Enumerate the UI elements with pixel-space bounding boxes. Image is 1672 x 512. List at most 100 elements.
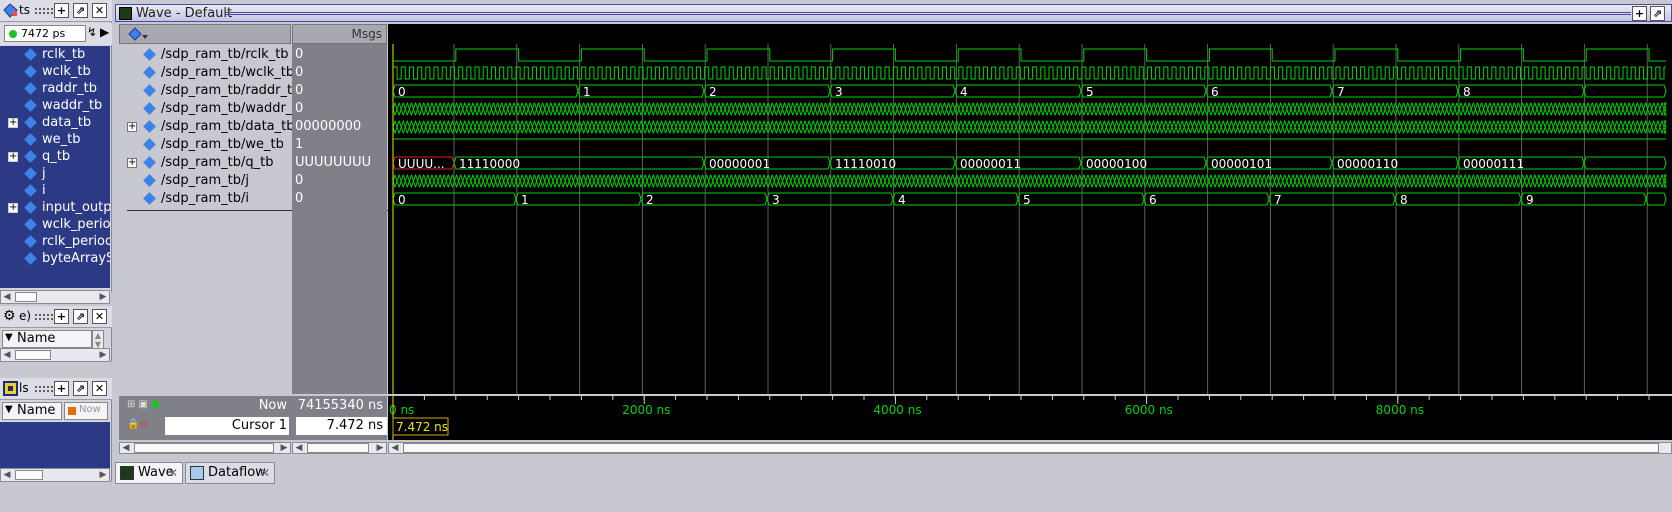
waveform-plot[interactable]: 0 1 2 3 4 5 6 7 8 UUUU... 11110000 00000001 11110010… <box>388 24 1672 394</box>
object-item[interactable]: we_tb <box>0 131 110 149</box>
drag-grip-icon[interactable] <box>34 7 54 15</box>
tab-dataflow[interactable]: Dataflow ✕ <box>185 462 275 484</box>
cursor-icons[interactable]: 🔒⊖ <box>127 419 148 430</box>
add-icon[interactable]: + <box>54 381 69 396</box>
scroll-thumb[interactable] <box>134 443 274 453</box>
time-box[interactable]: 7472 ps <box>4 25 86 42</box>
bus-segment <box>904 174 911 188</box>
expand-icon[interactable]: + <box>8 152 18 162</box>
close-icon[interactable]: ✕ <box>260 463 270 483</box>
signal-value[interactable]: 00000000 <box>292 118 387 136</box>
close-icon[interactable]: ✕ <box>92 3 107 18</box>
time-axis-svg[interactable]: 0 ns 2000 ns 4000 ns 6000 ns 8000 ns7.472 ns <box>388 396 1672 440</box>
signal-value[interactable]: 0 <box>292 100 387 118</box>
scroll-thumb[interactable] <box>307 443 369 453</box>
close-icon[interactable]: ✕ <box>92 381 107 396</box>
signal-row[interactable]: /sdp_ram_tb/rclk_tb <box>119 46 291 64</box>
scroll-thumb[interactable] <box>15 470 43 480</box>
signal-value[interactable]: 0 <box>292 64 387 82</box>
bus-segment <box>1249 174 1255 188</box>
time-axis[interactable]: 0 ns 2000 ns 4000 ns 6000 ns 8000 ns 7.472 ns <box>388 396 1672 440</box>
step-icon[interactable]: ↯ <box>87 25 97 39</box>
drag-grip-icon[interactable] <box>34 313 54 321</box>
signal-row[interactable]: /sdp_ram_tb/i <box>119 190 291 208</box>
bus-segment <box>531 102 538 116</box>
cursor-value[interactable]: 7.472 ns <box>327 418 383 433</box>
collapse-icon[interactable]: ▼ <box>5 404 13 415</box>
object-item[interactable]: j <box>0 165 110 183</box>
undock-icon[interactable]: ⇗ <box>73 381 88 396</box>
scroll-left-icon[interactable]: ◀ <box>1 349 13 361</box>
scroll-right-icon[interactable]: ▶ <box>278 442 290 454</box>
scroll-thumb[interactable] <box>403 443 1659 453</box>
wave-titlebar[interactable]: Wave - Default + ⇗ <box>115 4 1672 22</box>
scroll-left-icon[interactable]: ◀ <box>293 442 305 454</box>
locals-column-header[interactable]: ▼ Name <box>2 402 62 420</box>
object-item[interactable]: wclk_perioc <box>0 216 110 234</box>
scroll-right-icon[interactable]: ▶ <box>374 442 386 454</box>
signal-value[interactable]: 0 <box>292 82 387 100</box>
expand-icon[interactable]: + <box>8 203 18 213</box>
signal-value[interactable]: UUUUUUUU <box>292 154 387 172</box>
signal-row[interactable]: + /sdp_ram_tb/data_tb <box>119 118 295 136</box>
object-item[interactable]: waddr_tb <box>0 97 110 115</box>
close-icon[interactable]: ✕ <box>168 463 178 483</box>
signal-value[interactable]: 1 <box>292 136 387 154</box>
scroll-left-icon[interactable]: ◀ <box>120 442 132 454</box>
add-icon[interactable]: + <box>54 309 69 324</box>
undock-icon[interactable]: ⇗ <box>1650 6 1665 21</box>
scroll-left-icon[interactable]: ◀ <box>1 469 13 481</box>
scroll-right-icon[interactable]: ▶ <box>97 291 109 303</box>
object-item[interactable]: byteArrayS <box>0 250 110 268</box>
object-item[interactable]: rclk_tb <box>0 46 110 64</box>
bus-segment <box>712 120 718 134</box>
expand-icon[interactable]: + <box>127 122 137 132</box>
values-hscroll[interactable]: ◀ ▶ <box>292 442 387 454</box>
scroll-right-icon[interactable]: ▶ <box>97 349 109 361</box>
signal-row[interactable]: /sdp_ram_tb/we_tb <box>119 136 291 154</box>
expand-icon[interactable]: + <box>8 118 18 128</box>
waveform-svg[interactable]: 0 1 2 3 4 5 6 7 8 UUUU... 11110000 00000001 11110010… <box>388 24 1672 394</box>
expand-icon[interactable]: + <box>127 158 137 168</box>
wave-hscroll[interactable]: ◀ <box>388 442 1672 454</box>
drag-grip-icon[interactable] <box>34 385 54 393</box>
signal-row[interactable]: /sdp_ram_tb/j <box>119 172 291 190</box>
now-icons[interactable]: ⊞ ▣ ● <box>127 399 160 410</box>
collapse-icon[interactable]: ▼ <box>5 332 13 343</box>
object-item[interactable]: rclk_period <box>0 233 110 251</box>
signal-value[interactable]: 0 <box>292 190 387 208</box>
signal-value[interactable]: 0 <box>292 46 387 64</box>
object-item[interactable]: raddr_tb <box>0 80 110 98</box>
title-grip[interactable] <box>226 12 1631 15</box>
scroll-thumb[interactable] <box>15 292 37 302</box>
signal-row[interactable]: + /sdp_ram_tb/q_tb <box>119 154 291 172</box>
object-item[interactable]: + data_tb <box>0 114 110 132</box>
undock-icon[interactable]: ⇗ <box>73 309 88 324</box>
signal-row[interactable]: /sdp_ram_tb/wclk_tb <box>119 64 294 82</box>
add-icon[interactable]: + <box>1632 6 1647 21</box>
signal-row[interactable]: /sdp_ram_tb/raddr_tb <box>119 82 300 100</box>
wave-tool-icon[interactable] <box>128 27 150 42</box>
scroll-left-icon[interactable]: ◀ <box>1 291 13 303</box>
signal-row[interactable]: /sdp_ram_tb/waddr_tb <box>119 100 306 118</box>
object-item[interactable]: + q_tb <box>0 148 110 166</box>
scroll-thumb[interactable] <box>15 350 51 360</box>
tab-wave[interactable]: Wave ✕ <box>115 462 183 484</box>
add-icon[interactable]: + <box>54 3 69 18</box>
undock-icon[interactable]: ⇗ <box>73 3 88 18</box>
object-item[interactable]: wclk_tb <box>0 63 110 81</box>
processes-column-header[interactable]: ▼ Name <box>2 330 92 348</box>
locals-hscroll[interactable]: ◀ ▶ <box>0 468 110 482</box>
object-item[interactable]: i <box>0 182 110 200</box>
signal-value[interactable]: 0 <box>292 172 387 190</box>
now-column-header[interactable]: Now <box>64 402 108 420</box>
scroll-right-icon[interactable]: ▶ <box>97 469 109 481</box>
cursor-label[interactable]: Cursor 1 <box>232 418 287 433</box>
objects-hscroll[interactable]: ◀ ▶ <box>0 290 110 304</box>
arrow-right-icon[interactable]: ▶ <box>100 25 109 39</box>
close-icon[interactable]: ✕ <box>92 309 107 324</box>
object-item[interactable]: + input_outp <box>0 199 110 217</box>
scroll-left-icon[interactable]: ◀ <box>389 442 401 454</box>
names-hscroll[interactable]: ◀ ▶ <box>119 442 291 454</box>
processes-hscroll[interactable]: ◀ ▶ <box>0 348 110 362</box>
